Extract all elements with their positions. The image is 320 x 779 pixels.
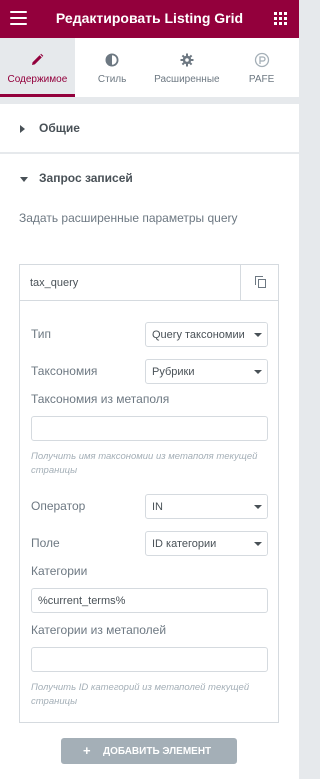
repeater-item: tax_query Тип Query таксономии Таксономи… — [19, 264, 279, 723]
operator-select[interactable]: IN — [145, 494, 268, 519]
section-query[interactable]: Запрос записей — [0, 154, 299, 202]
plus-icon: + — [83, 743, 91, 758]
caret-down-icon — [20, 177, 28, 182]
query-section-body: Задать расширенные параметры query tax_q… — [0, 202, 299, 779]
field-label: Поле — [31, 536, 60, 550]
add-item-label: ДОБАВИТЬ ЭЛЕМЕНТ — [103, 746, 212, 757]
duplicate-button[interactable] — [240, 265, 278, 300]
categories-meta-input[interactable] — [31, 647, 268, 672]
tab-label: Содержимое — [7, 74, 68, 85]
taxonomy-select[interactable]: Рубрики — [145, 359, 268, 384]
categories-meta-label: Категории из метаполей — [31, 623, 167, 637]
section-label: Запрос записей — [39, 171, 133, 185]
chevron-down-icon — [249, 495, 267, 518]
repeater-item-title: tax_query — [30, 277, 79, 289]
field-select-value: ID категории — [152, 538, 217, 550]
tab-content[interactable]: Содержимое — [0, 38, 75, 97]
pafe-logo-icon — [224, 52, 299, 68]
type-label: Тип — [31, 327, 52, 341]
repeater-item-header[interactable]: tax_query — [20, 265, 278, 301]
panel-header: Редактировать Listing Grid — [0, 0, 299, 38]
chevron-down-icon — [249, 323, 267, 346]
query-description: Задать расширенные параметры query — [19, 211, 238, 225]
tab-advanced[interactable]: Расширенные — [150, 38, 225, 97]
categories-value: %current_terms% — [38, 595, 126, 607]
half-circle-icon — [75, 52, 150, 68]
tab-label: PAFE — [248, 74, 275, 85]
categories-label: Категории — [31, 564, 88, 578]
caret-right-icon — [20, 125, 25, 133]
tab-label: Расширенные — [154, 74, 220, 85]
panel-tabs: Содержимое Стиль Расширенные PAFE — [0, 38, 299, 97]
chevron-down-icon — [249, 532, 267, 555]
section-general[interactable]: Общие — [0, 104, 299, 152]
taxonomy-label: Таксономия — [31, 364, 98, 378]
tab-label: Стиль — [97, 74, 127, 85]
type-select[interactable]: Query таксономии — [145, 322, 268, 347]
gear-icon — [150, 52, 225, 68]
apps-grid-icon[interactable] — [274, 12, 287, 25]
tab-style[interactable]: Стиль — [75, 38, 150, 97]
field-select[interactable]: ID категории — [145, 531, 268, 556]
chevron-down-icon — [249, 360, 267, 383]
taxonomy-meta-label: Таксономия из метаполя — [31, 392, 170, 406]
operator-label: Оператор — [31, 499, 86, 513]
duplicate-icon — [255, 276, 266, 288]
categories-meta-hint: Получить ID категорий из метаполей текущ… — [31, 682, 250, 707]
type-select-value: Query таксономии — [152, 329, 245, 341]
categories-input[interactable]: %current_terms% — [31, 588, 268, 613]
taxonomy-meta-input[interactable] — [31, 416, 268, 441]
tab-pafe[interactable]: PAFE — [224, 38, 299, 97]
taxonomy-meta-hint: Получить имя таксономии из метаполя теку… — [31, 451, 258, 476]
pencil-icon — [0, 52, 75, 68]
taxonomy-select-value: Рубрики — [152, 366, 195, 378]
operator-select-value: IN — [152, 501, 163, 513]
add-item-button[interactable]: + ДОБАВИТЬ ЭЛЕМЕНТ — [61, 738, 237, 764]
section-label: Общие — [39, 121, 80, 135]
panel-title: Редактировать Listing Grid — [55, 10, 244, 26]
